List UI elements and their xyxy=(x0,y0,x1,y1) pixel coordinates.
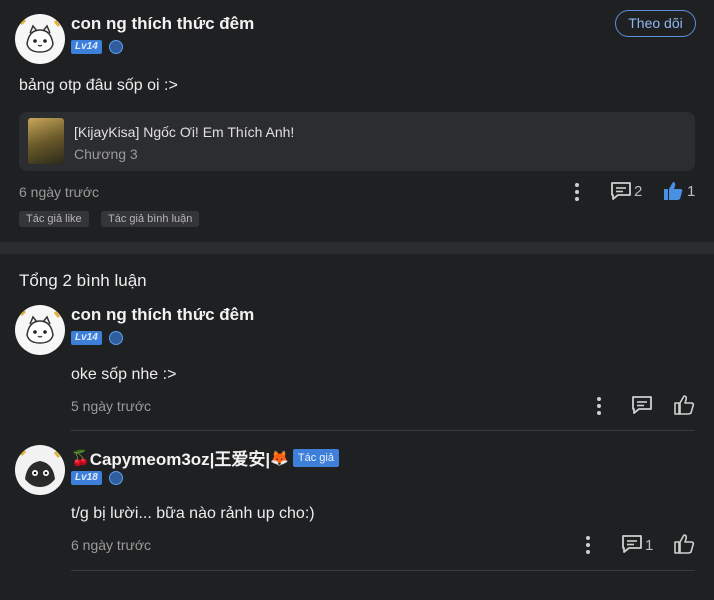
comment-divider xyxy=(71,430,695,431)
comments-header: Tổng 2 bình luận xyxy=(19,271,147,290)
book-chapter: Chương 3 xyxy=(74,146,138,162)
microphone-icon xyxy=(109,471,123,485)
book-card[interactable]: [KijayKisa] Ngốc Ơi! Em Thích Anh! Chươn… xyxy=(19,112,695,171)
avatar-cat-drawing xyxy=(16,15,64,63)
thumbs-up-icon[interactable] xyxy=(673,533,695,555)
reply-count: 1 xyxy=(645,537,654,554)
comment-username-row: 🍒 Capymeom3oz|王爱安| 🦊 Tác giả xyxy=(71,445,339,470)
comment-time: 5 ngày trước xyxy=(71,398,152,414)
follow-button[interactable]: Theo dõi xyxy=(615,10,696,37)
comment-username[interactable]: con ng thích thức đêm xyxy=(71,305,254,325)
tag-chip: Tác giả bình luận xyxy=(101,211,200,227)
comment-icon[interactable] xyxy=(610,181,632,201)
microphone-icon xyxy=(109,40,123,54)
avatar-drawing xyxy=(16,446,64,494)
avatar-cat-drawing xyxy=(16,306,64,354)
comment-divider xyxy=(71,570,695,571)
section-divider xyxy=(0,242,714,254)
level-badge: Lv14 xyxy=(71,331,102,345)
fox-emoji: 🦊 xyxy=(270,449,289,467)
comment-icon[interactable] xyxy=(621,534,643,554)
avatar[interactable] xyxy=(15,445,65,495)
post-time: 6 ngày trước xyxy=(19,184,100,200)
tag-chip: Tác giả like xyxy=(19,211,89,227)
comment-icon[interactable] xyxy=(631,395,653,415)
comment-content: t/g bị lười... bữa nào rảnh up cho:) xyxy=(71,505,315,522)
author-badge: Tác giả xyxy=(292,448,339,467)
more-vertical-icon[interactable] xyxy=(569,182,585,202)
avatar[interactable] xyxy=(15,14,65,64)
comment-username[interactable]: Capymeom3oz|王爱安| xyxy=(90,445,271,470)
more-vertical-icon[interactable] xyxy=(580,535,596,555)
comment-content: oke sốp nhe :> xyxy=(71,366,177,383)
comment-count: 2 xyxy=(634,183,643,200)
microphone-icon xyxy=(109,331,123,345)
level-badge: Lv14 xyxy=(71,40,102,54)
more-vertical-icon[interactable] xyxy=(591,396,607,416)
username[interactable]: con ng thích thức đêm xyxy=(71,14,254,34)
book-title: [KijayKisa] Ngốc Ơi! Em Thích Anh! xyxy=(74,124,295,140)
cherry-emoji: 🍒 xyxy=(71,449,90,467)
book-cover xyxy=(28,118,64,164)
post-content: bảng otp đâu sốp oi :> xyxy=(19,77,178,94)
thumbs-up-icon[interactable] xyxy=(662,180,684,202)
comment-time: 6 ngày trước xyxy=(71,537,152,553)
thumbs-up-icon[interactable] xyxy=(673,394,695,416)
level-badge: Lv18 xyxy=(71,471,102,485)
like-count: 1 xyxy=(687,183,696,200)
avatar[interactable] xyxy=(15,305,65,355)
